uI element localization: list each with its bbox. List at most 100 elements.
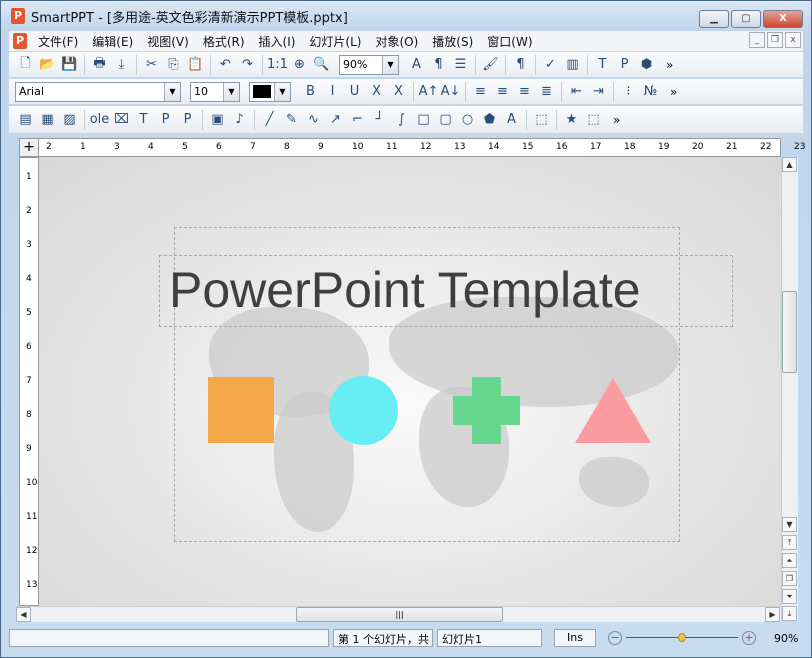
open-icon[interactable]: 📂 — [37, 54, 58, 75]
align-center-icon[interactable]: ≡ — [492, 81, 513, 102]
next-slide-button[interactable]: ⏷ — [782, 589, 797, 604]
bold-icon[interactable]: B — [300, 81, 321, 102]
save-icon[interactable]: 💾 — [59, 54, 80, 75]
ellipse-icon[interactable]: ○ — [457, 109, 478, 130]
font-color-select[interactable]: ▼ — [249, 81, 291, 102]
vertical-scroll-thumb[interactable] — [782, 291, 797, 373]
zoom-out-button[interactable]: − — [608, 631, 622, 645]
toolbar-overflow-button[interactable]: » — [613, 113, 620, 127]
bullet-list-icon[interactable]: ⁝ — [618, 81, 639, 102]
green-cross-shape[interactable] — [453, 377, 520, 444]
audio-icon[interactable]: ♪ — [229, 109, 250, 130]
font-family-select[interactable]: Arial ▼ — [15, 81, 181, 102]
increase-indent-icon[interactable]: ⇥ — [588, 81, 609, 102]
double-strike-icon[interactable]: X — [388, 81, 409, 102]
list-format-icon[interactable]: ☰ — [450, 54, 471, 75]
paste-icon[interactable]: 📋 — [185, 54, 206, 75]
ruler-corner-button[interactable]: + — [19, 138, 39, 157]
shrink-font-icon[interactable]: A↓ — [440, 81, 461, 102]
menu-file[interactable]: 文件(F) — [31, 33, 85, 50]
placeholder-chart-icon[interactable]: P — [177, 109, 198, 130]
decrease-indent-icon[interactable]: ⇤ — [566, 81, 587, 102]
text-color-icon[interactable]: A — [406, 54, 427, 75]
ungroup-icon[interactable]: ⬚ — [583, 109, 604, 130]
ole-icon[interactable]: ole — [89, 109, 110, 130]
text-box-icon[interactable]: T — [592, 54, 613, 75]
pencil-icon[interactable]: ✎ — [281, 109, 302, 130]
pink-triangle-shape[interactable] — [575, 378, 651, 443]
title-placeholder-icon[interactable]: T — [133, 109, 154, 130]
horizontal-scroll-thumb[interactable]: ||| — [296, 607, 503, 622]
undo-icon[interactable]: ↶ — [215, 54, 236, 75]
menu-slide[interactable]: 幻灯片(L) — [302, 33, 368, 50]
3d-icon[interactable]: ⬢ — [636, 54, 657, 75]
grow-font-icon[interactable]: A↑ — [418, 81, 439, 102]
actual-size-icon[interactable]: 1:1 — [267, 54, 288, 75]
scroll-up-button[interactable]: ▲ — [782, 157, 797, 172]
doc-restore-button[interactable]: ❐ — [767, 32, 783, 48]
curve-icon[interactable]: ∿ — [303, 109, 324, 130]
rounded-rectangle-icon[interactable]: ▢ — [435, 109, 456, 130]
elbow-connector-icon[interactable]: ┘ — [369, 109, 390, 130]
align-right-icon[interactable]: ≡ — [514, 81, 535, 102]
align-left-icon[interactable]: ≡ — [470, 81, 491, 102]
menu-edit[interactable]: 编辑(E) — [85, 33, 140, 50]
zoom-slider[interactable] — [626, 631, 738, 645]
underline-icon[interactable]: U — [344, 81, 365, 102]
cyan-circle-shape[interactable] — [329, 376, 398, 445]
toolbar-overflow-button[interactable]: » — [670, 85, 677, 99]
scroll-down-button[interactable]: ▼ — [782, 517, 797, 532]
spellcheck-icon[interactable]: ✓ — [540, 54, 561, 75]
menu-object[interactable]: 对象(O) — [368, 33, 425, 50]
new-icon[interactable]: 🗋 — [15, 54, 36, 75]
previous-slide-button[interactable]: ⏶ — [782, 553, 797, 568]
chart-icon[interactable]: ▥ — [562, 54, 583, 75]
zoom-in-button[interactable]: + — [742, 631, 756, 645]
line-icon[interactable]: ╱ — [259, 109, 280, 130]
menu-insert[interactable]: 插入(I) — [252, 33, 303, 50]
curved-connector-icon[interactable]: ∫ — [391, 109, 412, 130]
connector-icon[interactable]: ⌐ — [347, 109, 368, 130]
shapes-icon[interactable]: ⬟ — [479, 109, 500, 130]
first-slide-button[interactable]: ⤒ — [782, 535, 797, 550]
zoom-select[interactable]: 90% ▼ — [339, 54, 399, 75]
placeholder-p-icon[interactable]: P — [155, 109, 176, 130]
menu-format[interactable]: 格式(R) — [196, 33, 252, 50]
font-size-select[interactable]: 10 ▼ — [190, 81, 240, 102]
placeholder-icon[interactable]: P — [614, 54, 635, 75]
minimize-button[interactable]: ▁ — [699, 10, 729, 28]
slide-title[interactable]: PowerPoint Template — [169, 261, 641, 319]
zoom-icon[interactable]: 🔍 — [311, 54, 332, 75]
maximize-button[interactable]: ▢ — [731, 10, 761, 28]
italic-icon[interactable]: I — [322, 81, 343, 102]
zoom-slider-thumb[interactable] — [678, 633, 686, 642]
cut-icon[interactable]: ✂ — [141, 54, 162, 75]
justify-icon[interactable]: ≣ — [536, 81, 557, 102]
strikethrough-icon[interactable]: X — [366, 81, 387, 102]
rectangle-icon[interactable]: □ — [413, 109, 434, 130]
menu-view[interactable]: 视图(V) — [140, 33, 196, 50]
orange-square-shape[interactable] — [208, 377, 274, 443]
arrow-icon[interactable]: ↗ — [325, 109, 346, 130]
page-format-icon[interactable]: ¶ — [428, 54, 449, 75]
zoom-fit-icon[interactable]: ⊕ — [289, 54, 310, 75]
slide-canvas[interactable]: PowerPoint Template — [39, 157, 781, 606]
redo-icon[interactable]: ↷ — [237, 54, 258, 75]
copy-icon[interactable]: ⎘ — [163, 54, 184, 75]
horizontal-scrollbar[interactable]: ◀ ||| ▶ — [16, 606, 781, 622]
print-icon[interactable]: 🖶 — [89, 54, 110, 75]
vertical-scrollbar[interactable]: ▲ ▼ ⤒ ⏶ ❐ ⏷ ⤓ — [781, 157, 798, 621]
wordart-icon[interactable]: A — [501, 109, 522, 130]
menu-window[interactable]: 窗口(W) — [480, 33, 539, 50]
paragraph-mark-icon[interactable]: ¶ — [510, 54, 531, 75]
scroll-left-button[interactable]: ◀ — [16, 607, 31, 622]
numbered-list-icon[interactable]: № — [640, 81, 661, 102]
last-slide-button[interactable]: ⤓ — [782, 606, 797, 621]
doc-minimize-button[interactable]: _ — [749, 32, 765, 48]
picture-icon[interactable]: ▨ — [59, 109, 80, 130]
text-frame-icon[interactable]: ▤ — [15, 109, 36, 130]
scroll-right-button[interactable]: ▶ — [765, 607, 780, 622]
frame-icon[interactable]: ⌧ — [111, 109, 132, 130]
menu-play[interactable]: 播放(S) — [425, 33, 480, 50]
slide-sorter-button[interactable]: ❐ — [782, 571, 797, 586]
